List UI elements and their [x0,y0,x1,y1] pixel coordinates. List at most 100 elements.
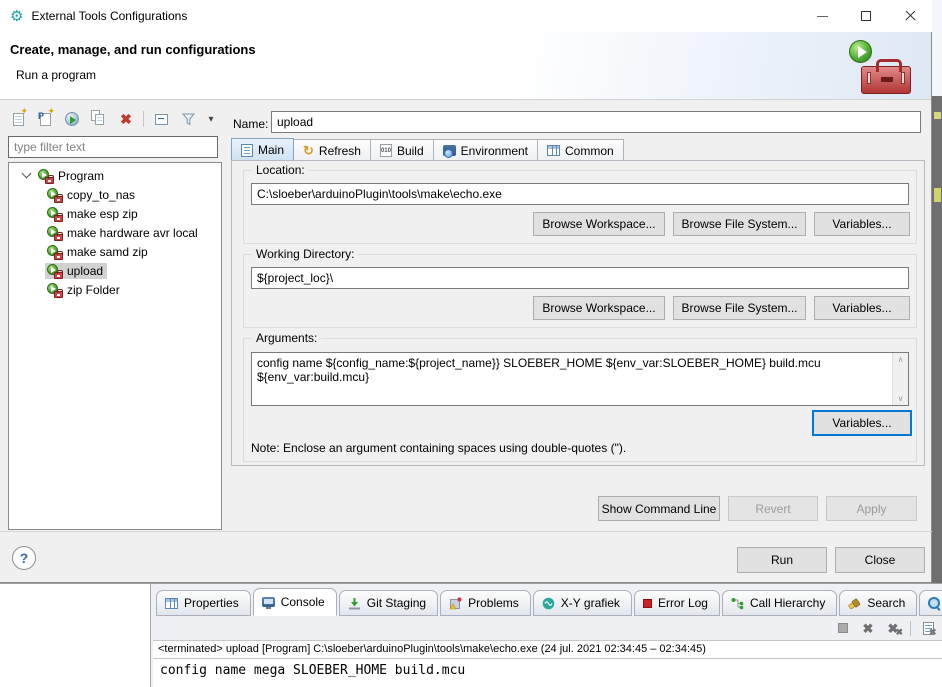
tab-git-staging[interactable]: Git Staging [339,590,438,616]
problems-icon [449,597,462,610]
scroll-up-icon[interactable]: ∧ [898,355,904,364]
external-tools-dialog: ⚙ External Tools Configurations Create, … [0,0,932,583]
tree-item-make-esp-zip[interactable]: make esp zip [9,204,221,223]
filter-configurations-button[interactable] [178,109,198,129]
new-prototype-button[interactable]: P ✦ [35,109,55,129]
tab-search[interactable]: Search [839,590,917,616]
refresh-icon: ↻ [303,144,314,157]
apply-button[interactable]: Apply [826,496,917,521]
tree-item-copy-to-nas[interactable]: copy_to_nas [9,185,221,204]
minimize-button[interactable] [800,0,844,32]
launch-config-tree: Program copy_to_nas make esp zip make ha… [8,162,222,530]
view-tab-bar: Properties Console Git Staging Problems [156,588,942,616]
tab-refresh[interactable]: ↻ Refresh [294,139,371,162]
workdir-variables-button[interactable]: Variables... [814,296,910,320]
remove-all-terminated-button[interactable]: ✖ ✖ [885,620,901,636]
workdir-browse-filesystem-button[interactable]: Browse File System... [673,296,806,320]
tree-item-label: upload [67,264,103,278]
tree-item-make-samd-zip[interactable]: make samd zip [9,242,221,261]
view-menu-button[interactable]: ▾ [205,109,217,129]
console-doc-icon: ✖ [923,622,934,635]
main-tab-icon [241,144,253,157]
console-toolbar: ✖ ✖ ✖ ✖ [835,617,936,639]
tab-call-hierarchy[interactable]: Call Hierarchy [722,590,837,616]
tab-error-log[interactable]: Error Log [634,590,720,616]
delete-configuration-button[interactable]: ✖ [116,109,136,129]
tree-item-label: make esp zip [67,207,138,221]
tab-environment[interactable]: Environment [434,139,538,162]
tree-item-label: make hardware avr local [67,226,198,240]
help-button[interactable]: ? [12,546,36,570]
location-browse-filesystem-button[interactable]: Browse File System... [673,212,806,236]
tree-item-upload[interactable]: upload [9,261,221,280]
tree-item-make-hardware-avr-local[interactable]: make hardware avr local [9,223,221,242]
doc-x-overlay-icon: ✖ [929,627,937,638]
scroll-down-icon[interactable]: ∨ [898,394,904,403]
tab-common[interactable]: Common [538,139,624,162]
window-title: External Tools Configurations [31,9,187,23]
tree-root-label: Program [58,169,104,183]
close-button[interactable]: Close [835,547,925,573]
environment-icon [443,145,456,156]
external-tools-toolbox-icon [843,38,913,96]
tab-label: Build [397,144,424,158]
collapse-all-button[interactable] [151,109,171,129]
console-output: config name mega SLOEBER_HOME build.mcu [153,659,942,678]
tab-main[interactable]: Main [231,138,294,162]
new-configuration-button[interactable]: ✦ [8,109,28,129]
working-directory-input[interactable] [251,267,909,289]
build-icon: 010 [380,144,392,157]
name-label: Name: [233,117,268,131]
arguments-variables-button[interactable]: Variables... [812,410,912,436]
tab-label: Common [565,144,614,158]
export-configurations-button[interactable] [62,109,82,129]
arguments-note: Note: Enclose an argument containing spa… [251,441,626,455]
program-launch-icon [47,264,62,278]
show-command-line-button[interactable]: Show Command Line [598,496,720,521]
footer-separator [0,531,932,532]
program-launch-icon [47,226,62,240]
console-view: <terminated> upload [Program] C:\sloeber… [153,640,942,687]
tab-label: Console [281,595,325,609]
tab-console[interactable]: Console [253,588,337,616]
program-launch-icon [47,207,62,221]
export-sphere-icon [65,112,79,126]
arguments-field-frame: config name ${config_name:${project_name… [251,352,909,406]
remove-all-icon-overlay: ✖ [895,628,903,637]
duplicate-configuration-button[interactable] [89,109,109,129]
revert-button[interactable]: Revert [728,496,818,521]
tab-build[interactable]: 010 Build [371,139,434,162]
location-input[interactable] [251,183,909,205]
tab-serial-monitor[interactable]: Serial monitor view [919,590,942,616]
properties-icon [165,598,178,609]
tree-item-zip-folder[interactable]: zip Folder [9,280,221,299]
program-launch-icon [47,245,62,259]
git-staging-icon [348,597,361,610]
remove-launch-button[interactable]: ✖ [860,620,876,636]
close-window-button[interactable] [888,0,932,32]
chevron-down-icon[interactable] [22,169,32,179]
tab-label: Error Log [658,596,708,610]
open-console-button[interactable]: ✖ [920,620,936,636]
tab-xy-grafiek[interactable]: X-Y grafiek [533,590,632,616]
tree-item-program[interactable]: Program [9,166,221,185]
tab-properties[interactable]: Properties [156,590,251,616]
program-launch-icon [47,188,62,202]
arguments-scrollbar[interactable]: ∧ ∨ [892,353,908,405]
tab-label: Search [867,596,905,610]
external-tools-gear-icon: ⚙ [10,9,23,24]
workdir-browse-workspace-button[interactable]: Browse Workspace... [533,296,665,320]
tree-item-label: copy_to_nas [67,188,135,202]
location-browse-workspace-button[interactable]: Browse Workspace... [533,212,665,236]
run-button[interactable]: Run [737,547,827,573]
common-tab-icon [547,145,560,156]
arguments-textarea[interactable]: config name ${config_name:${project_name… [252,353,892,405]
filter-input[interactable] [8,136,218,158]
terminate-button[interactable] [835,620,851,636]
tab-problems[interactable]: Problems [440,590,531,616]
maximize-button[interactable] [844,0,888,32]
location-variables-button[interactable]: Variables... [814,212,910,236]
background-window-strip [932,0,942,96]
name-input[interactable] [271,111,921,133]
working-directory-label: Working Directory: [252,247,358,261]
